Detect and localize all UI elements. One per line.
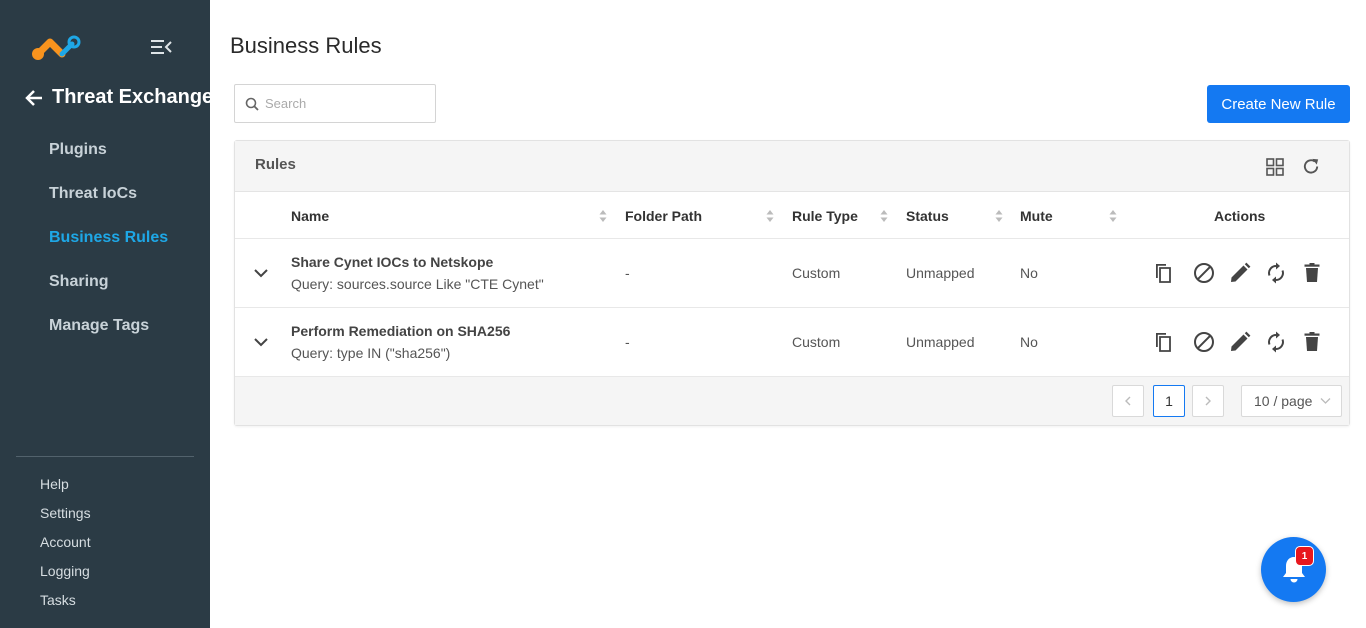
- sort-icon[interactable]: [766, 209, 774, 223]
- edit-icon[interactable]: [1228, 330, 1252, 354]
- delete-icon[interactable]: [1300, 261, 1324, 285]
- edit-icon[interactable]: [1228, 261, 1252, 285]
- sidebar-nav: Plugins Threat IoCs Business Rules Shari…: [0, 128, 210, 348]
- disable-icon[interactable]: [1192, 330, 1216, 354]
- chevron-down-icon[interactable]: [253, 336, 269, 348]
- sort-icon[interactable]: [880, 209, 888, 223]
- column-actions: Actions: [1214, 208, 1266, 224]
- sidebar-item-tasks[interactable]: Tasks: [0, 586, 210, 615]
- search-icon: [245, 97, 259, 111]
- page-number-button[interactable]: 1: [1153, 385, 1185, 417]
- arrow-left-icon: [25, 89, 42, 106]
- rule-name: Share Cynet IOCs to Netskope: [291, 254, 494, 270]
- sidebar-bottom-nav: Help Settings Account Logging Tasks: [0, 470, 210, 615]
- next-page-button[interactable]: [1192, 385, 1224, 417]
- grid-view-icon[interactable]: [1266, 158, 1284, 176]
- search-input[interactable]: [265, 96, 425, 111]
- rule-folder-path: -: [625, 265, 630, 281]
- chevron-left-icon: [1125, 396, 1131, 406]
- column-status[interactable]: Status: [906, 208, 949, 224]
- sidebar-item-account[interactable]: Account: [0, 528, 210, 557]
- delete-icon[interactable]: [1300, 330, 1324, 354]
- sidebar-item-business-rules[interactable]: Business Rules: [0, 216, 210, 260]
- rule-type: Custom: [792, 265, 841, 281]
- chevron-down-icon[interactable]: [253, 267, 269, 279]
- page-title: Business Rules: [230, 33, 382, 58]
- notifications-button[interactable]: [1261, 537, 1326, 602]
- sort-icon[interactable]: [599, 209, 607, 223]
- chevron-down-icon: [1320, 398, 1331, 404]
- page-size-value: 10 / page: [1254, 393, 1313, 409]
- column-rule-type[interactable]: Rule Type: [792, 208, 858, 224]
- sync-icon[interactable]: [1264, 330, 1288, 354]
- rules-card-header: Rules: [235, 141, 1349, 192]
- rules-card-title: Rules: [255, 156, 296, 173]
- sidebar-divider: [16, 456, 194, 457]
- rule-type: Custom: [792, 334, 841, 350]
- rule-name: Perform Remediation on SHA256: [291, 323, 511, 339]
- rules-card: Rules Name Folder Path Rule Type Status …: [234, 140, 1350, 426]
- copy-icon[interactable]: [1151, 261, 1175, 285]
- rule-mute: No: [1020, 334, 1038, 350]
- disable-icon[interactable]: [1192, 261, 1216, 285]
- sidebar-item-settings[interactable]: Settings: [0, 499, 210, 528]
- sidebar-item-logging[interactable]: Logging: [0, 557, 210, 586]
- collapse-menu-icon[interactable]: [150, 38, 172, 56]
- sidebar-item-sharing[interactable]: Sharing: [0, 260, 210, 304]
- rule-status: Unmapped: [906, 334, 975, 350]
- column-mute[interactable]: Mute: [1020, 208, 1053, 224]
- copy-icon[interactable]: [1151, 330, 1175, 354]
- prev-page-button[interactable]: [1112, 385, 1144, 417]
- rule-mute: No: [1020, 265, 1038, 281]
- chevron-right-icon: [1205, 396, 1211, 406]
- pagination: 1 10 / page: [235, 377, 1349, 425]
- module-title: Threat Exchange: [52, 86, 214, 108]
- sidebar-item-threat-iocs[interactable]: Threat IoCs: [0, 172, 210, 216]
- rule-query: Query: type IN ("sha256"): [291, 345, 451, 361]
- page-size-select[interactable]: 10 / page: [1241, 385, 1342, 417]
- refresh-icon[interactable]: [1302, 157, 1321, 176]
- rule-status: Unmapped: [906, 265, 975, 281]
- create-new-rule-button[interactable]: Create New Rule: [1207, 85, 1350, 123]
- sync-icon[interactable]: [1264, 261, 1288, 285]
- sidebar-item-plugins[interactable]: Plugins: [0, 128, 210, 172]
- search-box[interactable]: [234, 84, 436, 123]
- sidebar: Threat Exchange Plugins Threat IoCs Busi…: [0, 0, 213, 628]
- sidebar-item-manage-tags[interactable]: Manage Tags: [0, 304, 210, 348]
- sort-icon[interactable]: [1109, 209, 1117, 223]
- table-row: Perform Remediation on SHA256 Query: typ…: [235, 308, 1349, 377]
- rule-query: Query: sources.source Like "CTE Cynet": [291, 276, 544, 292]
- rule-folder-path: -: [625, 334, 630, 350]
- sort-icon[interactable]: [995, 209, 1003, 223]
- netskope-logo-icon[interactable]: [30, 32, 82, 62]
- column-name[interactable]: Name: [291, 208, 329, 224]
- sidebar-item-help[interactable]: Help: [0, 470, 210, 499]
- table-header: Name Folder Path Rule Type Status Mute A…: [235, 192, 1349, 239]
- notification-count-badge: 1: [1295, 546, 1314, 566]
- column-folder-path[interactable]: Folder Path: [625, 208, 702, 224]
- back-to-threat-exchange[interactable]: Threat Exchange: [24, 86, 213, 109]
- table-row: Share Cynet IOCs to Netskope Query: sour…: [235, 239, 1349, 308]
